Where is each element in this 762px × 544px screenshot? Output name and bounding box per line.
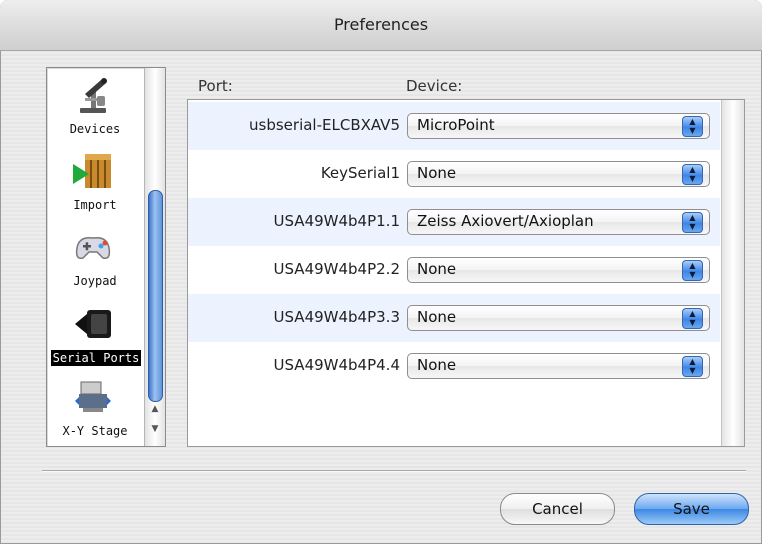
port-name: USA49W4b4P4.4 xyxy=(273,356,400,374)
device-value: None xyxy=(417,308,457,326)
save-button[interactable]: Save xyxy=(634,493,749,525)
table-row: USA49W4b4P3.3 None ▲ ▼ xyxy=(188,294,720,342)
sidebar-item-label: Devices xyxy=(69,122,121,136)
table-row: USA49W4b4P4.4 None ▲ ▼ xyxy=(188,342,720,390)
popup-arrows-icon: ▲ ▼ xyxy=(682,308,703,329)
table-row: USA49W4b4P1.1 Zeiss Axiovert/Axioplan ▲ ▼ xyxy=(188,198,720,246)
sidebar-item-xy-stage[interactable]: X-Y Stage xyxy=(47,376,143,450)
import-icon xyxy=(71,150,115,194)
sidebar-item-serial-ports[interactable]: Serial Ports xyxy=(47,302,143,376)
device-popup[interactable]: Zeiss Axiovert/Axioplan ▲ ▼ xyxy=(407,209,710,235)
table-scrollbar[interactable] xyxy=(721,100,744,446)
popup-arrows-icon: ▲ ▼ xyxy=(682,260,703,281)
port-name: USA49W4b4P1.1 xyxy=(273,212,400,230)
device-popup[interactable]: None ▲ ▼ xyxy=(407,305,710,331)
port-name: KeySerial1 xyxy=(320,164,400,182)
table-row: KeySerial1 None ▲ ▼ xyxy=(188,150,720,198)
port-name: USA49W4b4P2.2 xyxy=(273,260,400,278)
sidebar-scrollbar[interactable]: ▲ ▼ xyxy=(144,68,165,446)
device-value: None xyxy=(417,260,457,278)
divider xyxy=(42,470,746,472)
popup-arrows-icon: ▲ ▼ xyxy=(682,116,703,137)
sidebar-item-label: Joypad xyxy=(73,274,117,288)
device-column-header: Device: xyxy=(406,77,463,95)
port-column-header: Port: xyxy=(198,77,233,95)
window-title: Preferences xyxy=(333,15,429,34)
popup-arrows-icon: ▲ ▼ xyxy=(682,356,703,377)
xy-stage-icon xyxy=(71,376,115,420)
sidebar-item-label: Import xyxy=(73,198,117,212)
device-value: None xyxy=(417,164,457,182)
device-popup[interactable]: MicroPoint ▲ ▼ xyxy=(407,113,710,139)
device-value: Zeiss Axiovert/Axioplan xyxy=(417,212,594,230)
scroll-down-arrow-icon[interactable]: ▼ xyxy=(145,420,165,438)
scroll-up-arrow-icon[interactable]: ▲ xyxy=(145,400,165,418)
device-popup[interactable]: None ▲ ▼ xyxy=(407,257,710,283)
title-bar[interactable]: Preferences xyxy=(0,0,762,51)
device-value: None xyxy=(417,356,457,374)
category-list: Devices Import Joypad Serial Ports X-Y S… xyxy=(46,67,166,447)
cancel-button[interactable]: Cancel xyxy=(500,493,615,525)
microscope-icon xyxy=(71,74,115,118)
port-name: USA49W4b4P3.3 xyxy=(273,308,400,326)
sidebar-item-devices[interactable]: Devices xyxy=(47,74,143,148)
port-name: usbserial-ELCBXAV5 xyxy=(249,116,400,134)
device-popup[interactable]: None ▲ ▼ xyxy=(407,161,710,187)
device-value: MicroPoint xyxy=(417,116,495,134)
scrollbar-thumb[interactable] xyxy=(148,190,163,402)
table-row: USA49W4b4P2.2 None ▲ ▼ xyxy=(188,246,720,294)
joypad-icon xyxy=(71,226,115,270)
sidebar-item-label: Serial Ports xyxy=(51,350,141,366)
port-device-table: usbserial-ELCBXAV5 MicroPoint ▲ ▼ KeySeri… xyxy=(187,99,745,447)
sidebar-item-joypad[interactable]: Joypad xyxy=(47,226,143,300)
popup-arrows-icon: ▲ ▼ xyxy=(682,212,703,233)
device-popup[interactable]: None ▲ ▼ xyxy=(407,353,710,379)
serial-port-icon xyxy=(71,302,115,346)
sidebar-item-label: X-Y Stage xyxy=(62,424,128,438)
popup-arrows-icon: ▲ ▼ xyxy=(682,164,703,185)
sidebar-item-import[interactable]: Import xyxy=(47,150,143,224)
table-row: usbserial-ELCBXAV5 MicroPoint ▲ ▼ xyxy=(188,102,720,150)
preferences-window: Preferences Devices Import Joypad Serial… xyxy=(0,0,762,544)
